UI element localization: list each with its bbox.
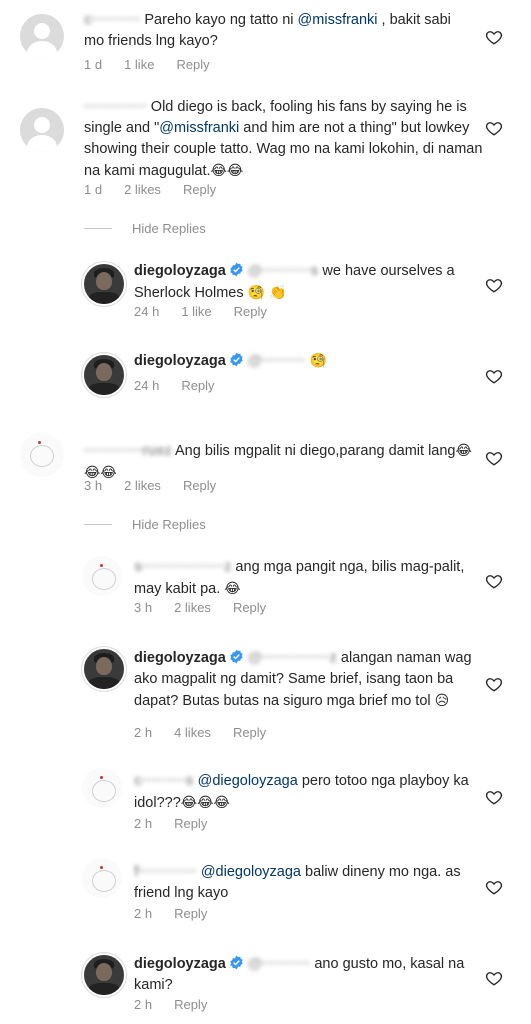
timestamp: 2 h: [134, 906, 153, 921]
username[interactable]: diegoloyzaga: [134, 263, 226, 279]
verified-icon: [230, 955, 243, 970]
reply-button[interactable]: Reply: [174, 816, 207, 831]
mention-link[interactable]: @missfranki: [159, 120, 239, 136]
mention-blurred[interactable]: @··············z: [248, 648, 337, 669]
like-count[interactable]: 1 like: [181, 304, 211, 319]
comment-meta: 1 d 2 likes Reply: [84, 182, 216, 197]
like-count[interactable]: 2 likes: [124, 478, 161, 493]
avatar[interactable]: [82, 953, 126, 997]
username-blurred[interactable]: s·················z: [134, 557, 231, 578]
comment-text: diegoloyzaga @·········· ano gusto mo, k…: [134, 954, 465, 993]
reply-button[interactable]: Reply: [181, 378, 214, 393]
like-count[interactable]: 2 likes: [174, 600, 211, 615]
verified-icon: [230, 262, 243, 277]
comment-meta: 2 h Reply: [134, 997, 207, 1012]
mention-blurred[interactable]: @·········: [248, 351, 306, 372]
comment-text: s·················z ang mga pangit nga, …: [134, 557, 465, 597]
avatar[interactable]: [20, 14, 64, 58]
reply-button[interactable]: Reply: [174, 997, 207, 1012]
mention-link[interactable]: @diegoloyzaga: [198, 773, 298, 789]
username-blurred[interactable]: ············ruez: [84, 441, 172, 462]
timestamp: 2 h: [134, 725, 153, 740]
username[interactable]: diegoloyzaga: [134, 353, 226, 369]
username-blurred[interactable]: f············: [134, 862, 197, 883]
timestamp: 1 d: [84, 182, 103, 197]
divider: [84, 228, 112, 229]
avatar[interactable]: [82, 262, 126, 306]
avatar[interactable]: [20, 433, 64, 477]
verified-icon: [230, 649, 243, 664]
emoji: 😂: [224, 580, 241, 596]
comment-text: f············ @diegoloyzaga baliw dineny…: [134, 862, 461, 901]
timestamp: 24 h: [134, 304, 160, 319]
timestamp: 1 d: [84, 57, 103, 72]
username[interactable]: diegoloyzaga: [134, 956, 226, 972]
mention-blurred[interactable]: @··········s: [248, 261, 319, 282]
comment-text: ············· Old diego is back, fooling…: [84, 97, 483, 179]
heart-icon[interactable]: [485, 276, 503, 294]
avatar[interactable]: [82, 556, 122, 596]
timestamp: 3 h: [84, 478, 103, 493]
comment-text: diegoloyzaga @··········s we have oursel…: [134, 261, 455, 301]
heart-icon[interactable]: [485, 28, 503, 46]
emoji: 😂😂: [210, 162, 244, 178]
timestamp: 2 h: [134, 997, 153, 1012]
avatar[interactable]: [82, 768, 122, 808]
avatar[interactable]: [82, 353, 126, 397]
comment-text: diegoloyzaga @········· 🧐: [134, 350, 484, 372]
reply-button[interactable]: Reply: [183, 182, 216, 197]
mention-link[interactable]: @missfranki: [298, 12, 378, 28]
comment-meta: 24 h 1 like Reply: [134, 304, 267, 319]
timestamp: 2 h: [134, 816, 153, 831]
like-count[interactable]: 2 likes: [124, 182, 161, 197]
reply-button[interactable]: Reply: [233, 600, 266, 615]
comment-text: c·········· Pareho kayo ng tatto ni @mis…: [84, 10, 451, 49]
heart-icon[interactable]: [485, 367, 503, 385]
comment-text: diegoloyzaga @··············z alangan na…: [134, 648, 472, 709]
verified-icon: [230, 352, 243, 367]
reply-button[interactable]: Reply: [233, 725, 266, 740]
timestamp: 24 h: [134, 378, 160, 393]
heart-icon[interactable]: [485, 675, 503, 693]
like-count[interactable]: 4 likes: [174, 725, 211, 740]
comment-meta: 2 h 4 likes Reply: [134, 725, 266, 740]
comment-meta: 3 h 2 likes Reply: [84, 478, 216, 493]
comment-meta: 2 h Reply: [134, 816, 207, 831]
comment-meta: 3 h 2 likes Reply: [134, 600, 266, 615]
heart-icon[interactable]: [485, 969, 503, 987]
emoji: 🧐 👏: [247, 284, 287, 300]
emoji: 🧐: [309, 352, 327, 368]
username[interactable]: diegoloyzaga: [134, 650, 226, 666]
heart-icon[interactable]: [485, 119, 503, 137]
heart-icon[interactable]: [485, 788, 503, 806]
heart-icon[interactable]: [485, 449, 503, 467]
reply-button[interactable]: Reply: [176, 57, 209, 72]
avatar[interactable]: [20, 108, 64, 152]
hide-replies-button[interactable]: Hide Replies: [84, 221, 206, 236]
reply-button[interactable]: Reply: [174, 906, 207, 921]
divider: [84, 524, 112, 525]
emoji: 😥: [434, 692, 450, 708]
heart-icon[interactable]: [485, 572, 503, 590]
avatar[interactable]: [82, 858, 122, 898]
reply-button[interactable]: Reply: [183, 478, 216, 493]
hide-replies-button[interactable]: Hide Replies: [84, 517, 206, 532]
timestamp: 3 h: [134, 600, 153, 615]
username-blurred[interactable]: ·············: [84, 97, 147, 118]
avatar[interactable]: [82, 647, 126, 691]
heart-icon[interactable]: [485, 878, 503, 896]
comment-text: c·········s @diegoloyzaga pero totoo nga…: [134, 771, 469, 811]
username-blurred[interactable]: c·········s: [134, 771, 194, 792]
reply-button[interactable]: Reply: [234, 304, 267, 319]
emoji: 😂😂😂: [180, 794, 230, 810]
mention-blurred[interactable]: @··········: [248, 954, 310, 975]
username-blurred[interactable]: c··········: [84, 10, 140, 31]
like-count[interactable]: 1 like: [124, 57, 154, 72]
comment-meta: 24 h Reply: [134, 378, 215, 393]
comment-meta: 2 h Reply: [134, 906, 207, 921]
comment-meta: 1 d 1 like Reply: [84, 57, 210, 72]
mention-link[interactable]: @diegoloyzaga: [201, 864, 301, 880]
